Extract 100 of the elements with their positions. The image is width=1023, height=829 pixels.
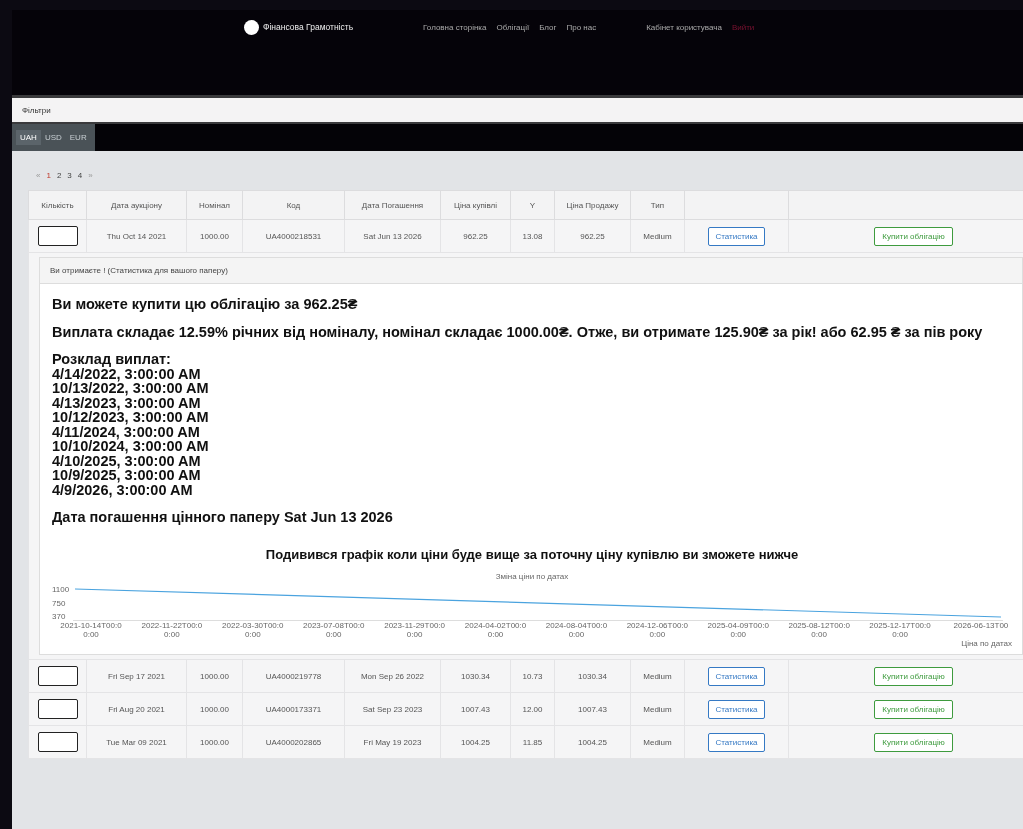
nav-link[interactable]: Головна сторінка (423, 22, 487, 32)
table-cell: Medium (630, 219, 685, 253)
column-header: Ціна Продажу (554, 190, 631, 220)
payment-date: 4/10/2025, 3:00:00 AM (52, 453, 202, 468)
table-cell: 1007.43 (440, 692, 511, 726)
table-cell: 1004.25 (440, 725, 511, 759)
payment-date: 4/14/2022, 3:00:00 AM (52, 366, 202, 381)
table-cell: Medium (630, 692, 685, 726)
buy-button[interactable]: Купити облігацію (874, 732, 953, 752)
table-cell: 10.73 (510, 659, 555, 693)
chart-legend: Ціна по датах (52, 639, 1012, 648)
logo-icon (244, 19, 259, 35)
buy-button[interactable]: Купити облігацію (874, 699, 953, 719)
table-cell: Thu Oct 14 2021 (86, 219, 187, 253)
price-text: Ви можете купити цю облігацію за 962.25₴ (52, 296, 359, 312)
table-cell: 1030.34 (554, 659, 631, 693)
x-tick-label: 2024-04-02T00:00:00 (464, 621, 527, 639)
chart-title: Зміна ціни по датах (494, 572, 570, 581)
quantity-field[interactable] (37, 732, 78, 752)
table-cell: Fri Sep 17 2021 (86, 659, 187, 693)
x-tick-label: 2024-08-04T00:00:00 (545, 621, 608, 639)
table-cell: 11.85 (510, 725, 555, 759)
page-link[interactable]: 1 (46, 171, 51, 180)
payment-date: 4/13/2023, 3:00:00 AM (52, 395, 202, 410)
payment-date: 4/11/2024, 3:00:00 AM (52, 424, 201, 439)
column-header: Y (510, 190, 555, 220)
table-cell: UA4000219778 (242, 659, 345, 693)
panel-title: Ви отримаєте ! (Статистика для вашого папеpу) (40, 258, 1022, 284)
x-tick-label: 2026-06-13T00 (952, 621, 1010, 632)
table-cell: 1000.00 (186, 219, 243, 253)
nav-link[interactable]: Облігації (496, 22, 530, 32)
table-cell: 12.00 (510, 692, 555, 726)
table-cell: Sat Sep 23 2023 (344, 692, 441, 726)
column-header: Код (242, 190, 345, 220)
page-link[interactable]: 3 (67, 171, 72, 180)
column-header: Номінал (186, 190, 243, 220)
statistics-button[interactable]: Статистика (708, 699, 765, 719)
table-cell: 962.25 (554, 219, 631, 253)
statistics-button[interactable]: Статистика (708, 226, 765, 246)
table-cell: UA4000173371 (242, 692, 345, 726)
payment-date: 4/9/2026, 3:00:00 AM (52, 482, 194, 497)
maturity-text: Дата погашення цінного паперу Sat Jun 13 2026 (52, 509, 394, 525)
y-tick-label: 1100 (52, 585, 70, 594)
x-tick-label: 2024-12-06T00:00:00 (626, 621, 689, 639)
table-cell: 1000.00 (186, 725, 243, 759)
table-cell: 1004.25 (554, 725, 631, 759)
nav-link[interactable]: Про нас (566, 22, 597, 32)
y-tick-label: 370 (52, 612, 67, 621)
buy-button[interactable]: Купити облігацію (874, 226, 953, 246)
chart-heading: Подивився графік коли ціни буде вище за поточну ціну купівлю ви зможете нижче (264, 547, 800, 562)
table-cell: 1000.00 (186, 692, 243, 726)
payout-text: Виплата складає 12.59% річних від номіналу, номінал складає 1000.00₴. Отже, ви отримате 125.90₴ за рік! або 62.95 ₴ за пів року (52, 324, 984, 340)
column-header: Кількість (28, 190, 87, 220)
x-tick-label: 2025-12-17T00:00:00 (869, 621, 932, 639)
table-cell: UA4000218531 (242, 219, 345, 253)
nav-link[interactable]: Кабінет користувача (646, 22, 722, 32)
x-tick-label: 2022-03-30T00:00:00 (221, 621, 284, 639)
payment-date: 10/13/2022, 3:00:00 AM (52, 381, 210, 396)
x-tick-label: 2023-11-29T00:00:00 (383, 621, 446, 639)
page-link[interactable]: 4 (77, 171, 83, 180)
table-cell: Medium (630, 725, 685, 759)
table-cell: 1030.34 (440, 659, 511, 693)
table-cell: Fri Aug 20 2021 (86, 692, 187, 726)
table-cell: 1000.00 (186, 659, 243, 693)
payment-date: 10/12/2023, 3:00:00 AM (52, 410, 210, 425)
quantity-field[interactable] (37, 226, 78, 246)
statistics-button[interactable]: Статистика (708, 732, 765, 752)
y-tick-label: 750 (52, 598, 67, 608)
table-cell: 13.08 (510, 219, 555, 253)
table-cell: Sat Jun 13 2026 (344, 219, 441, 253)
table-cell: 962.25 (440, 219, 511, 253)
column-header: Дата Погашення (344, 190, 441, 220)
quantity-field[interactable] (37, 666, 78, 686)
buy-button[interactable]: Купити облігацію (874, 666, 953, 686)
statistics-button[interactable]: Статистика (708, 666, 765, 686)
table-cell: Fri May 19 2023 (344, 725, 441, 759)
table-cell: Mon Sep 26 2022 (344, 659, 441, 693)
filter-bar[interactable]: Фільтри (12, 98, 1023, 122)
payment-date: 10/9/2025, 3:00:00 AM (52, 468, 202, 483)
column-header: Тип (630, 190, 685, 220)
currency-tab[interactable]: UAH (16, 130, 41, 145)
x-tick-label: 2021-10-14T00:00:00 (60, 621, 122, 639)
table-cell: Tue Mar 09 2021 (86, 725, 187, 759)
currency-tab[interactable]: EUR (65, 130, 91, 145)
currency-tab[interactable]: USD (40, 130, 66, 145)
x-tick-label: 2022-11-22T00:00:00 (140, 621, 203, 639)
x-tick-label: 2023-07-08T00:00:00 (302, 621, 365, 639)
x-tick-label: 2025-04-09T00:00:00 (707, 621, 770, 639)
page-link[interactable]: 2 (56, 171, 62, 180)
column-header: Дата аукціону (86, 190, 187, 220)
column-header: Ціна купівлі (440, 190, 511, 220)
nav-link[interactable]: Блог (539, 22, 557, 32)
payment-date: 10/10/2024, 3:00:00 AM (52, 439, 210, 454)
schedule-title: Розклад виплат: (52, 352, 172, 367)
table-cell: 1007.43 (554, 692, 631, 726)
table-cell: Medium (630, 659, 685, 693)
quantity-field[interactable] (37, 699, 78, 719)
table-cell: UA4000202865 (242, 725, 345, 759)
brand-name[interactable]: Фінансова Грамотність (263, 22, 354, 32)
x-tick-label: 2025-08-12T00:00:00 (788, 621, 851, 639)
